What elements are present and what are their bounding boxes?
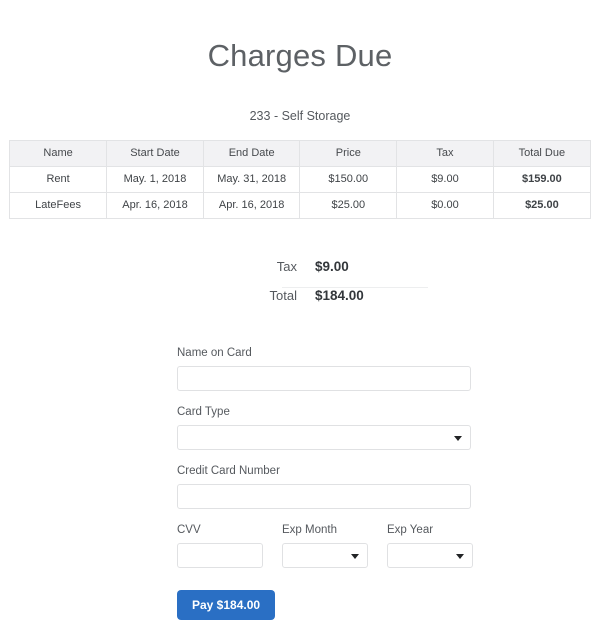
summary-row-tax: Tax $9.00 xyxy=(0,259,600,287)
card-type-select[interactable] xyxy=(177,425,471,450)
charges-table-body: Rent May. 1, 2018 May. 31, 2018 $150.00 … xyxy=(10,167,590,219)
cell-start-date: May. 1, 2018 xyxy=(107,167,204,193)
chevron-down-icon xyxy=(454,436,462,441)
cell-price: $150.00 xyxy=(300,167,397,193)
charges-table: Name Start Date End Date Price Tax Total… xyxy=(10,141,590,219)
cell-name: LateFees xyxy=(10,193,107,219)
table-header-row: Name Start Date End Date Price Tax Total… xyxy=(10,141,590,167)
chevron-down-icon xyxy=(456,554,464,559)
cvv-input[interactable] xyxy=(177,543,263,568)
cell-end-date: Apr. 16, 2018 xyxy=(203,193,300,219)
summary-tax-label: Tax xyxy=(0,259,315,274)
card-type-label: Card Type xyxy=(177,405,600,420)
exp-month-label: Exp Month xyxy=(282,523,368,538)
chevron-down-icon xyxy=(351,554,359,559)
column-header-start-date: Start Date xyxy=(107,141,204,167)
summary-tax-value: $9.00 xyxy=(315,259,349,274)
cell-name: Rent xyxy=(10,167,107,193)
pay-button-container: Pay $184.00 xyxy=(0,590,600,620)
field-exp-year: Exp Year xyxy=(387,523,473,568)
totals-summary: Tax $9.00 Total $184.00 xyxy=(0,259,600,316)
cell-tax: $0.00 xyxy=(397,193,494,219)
table-row: Rent May. 1, 2018 May. 31, 2018 $150.00 … xyxy=(10,167,590,193)
exp-year-select[interactable] xyxy=(387,543,473,568)
summary-row-total: Total $184.00 xyxy=(0,288,600,316)
column-header-name: Name xyxy=(10,141,107,167)
column-header-end-date: End Date xyxy=(203,141,300,167)
column-header-price: Price xyxy=(300,141,397,167)
name-on-card-label: Name on Card xyxy=(177,346,600,361)
cvv-label: CVV xyxy=(177,523,263,538)
cell-end-date: May. 31, 2018 xyxy=(203,167,300,193)
column-header-total-due: Total Due xyxy=(493,141,590,167)
field-cvv: CVV xyxy=(177,523,263,568)
credit-card-number-input[interactable] xyxy=(177,484,471,509)
pay-button[interactable]: Pay $184.00 xyxy=(177,590,275,620)
credit-card-number-label: Credit Card Number xyxy=(177,464,600,479)
summary-total-value: $184.00 xyxy=(315,288,364,303)
field-name-on-card: Name on Card xyxy=(177,346,600,391)
table-row: LateFees Apr. 16, 2018 Apr. 16, 2018 $25… xyxy=(10,193,590,219)
summary-total-label: Total xyxy=(0,288,315,303)
cell-tax: $9.00 xyxy=(397,167,494,193)
exp-month-select[interactable] xyxy=(282,543,368,568)
unit-subtitle: 233 - Self Storage xyxy=(0,74,600,124)
cell-price: $25.00 xyxy=(300,193,397,219)
charges-table-container: Name Start Date End Date Price Tax Total… xyxy=(9,140,591,219)
field-exp-month: Exp Month xyxy=(282,523,368,568)
field-card-type: Card Type xyxy=(177,405,600,450)
page-title: Charges Due xyxy=(0,0,600,74)
column-header-tax: Tax xyxy=(397,141,494,167)
payment-form: Name on Card Card Type Credit Card Numbe… xyxy=(0,346,600,568)
cell-total-due: $25.00 xyxy=(493,193,590,219)
exp-year-label: Exp Year xyxy=(387,523,473,538)
field-credit-card-number: Credit Card Number xyxy=(177,464,600,509)
name-on-card-input[interactable] xyxy=(177,366,471,391)
cell-start-date: Apr. 16, 2018 xyxy=(107,193,204,219)
expiry-and-cvv-row: CVV Exp Month Exp Year xyxy=(177,523,600,568)
cell-total-due: $159.00 xyxy=(493,167,590,193)
charges-table-head: Name Start Date End Date Price Tax Total… xyxy=(10,141,590,167)
